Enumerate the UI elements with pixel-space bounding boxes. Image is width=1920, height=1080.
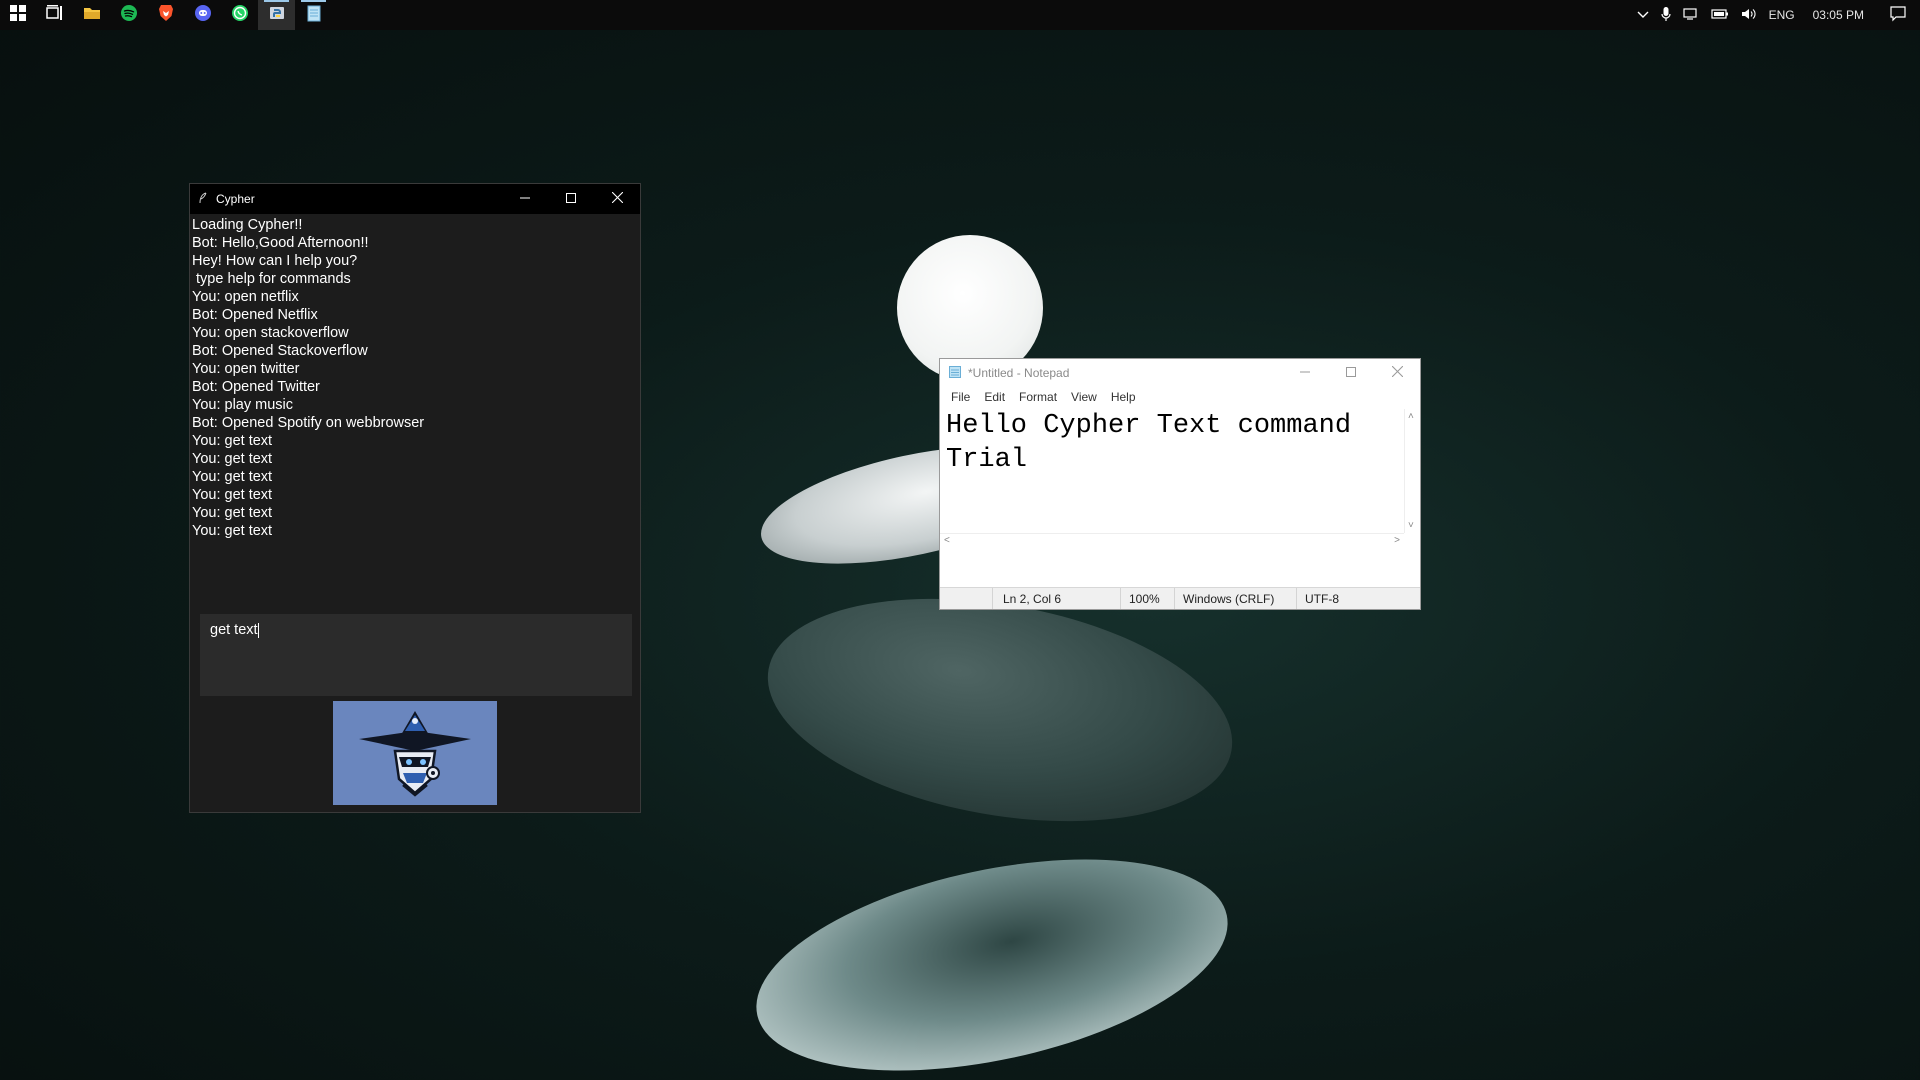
- chat-line: You: get text: [192, 505, 273, 521]
- chat-line: Loading Cypher!!: [192, 217, 303, 233]
- notepad-button[interactable]: [295, 0, 332, 30]
- brave-lion-icon: [158, 4, 174, 27]
- command-input[interactable]: get text: [200, 614, 632, 696]
- menu-view[interactable]: View: [1064, 390, 1104, 404]
- brave-button[interactable]: [147, 0, 184, 30]
- start-button[interactable]: [0, 0, 36, 30]
- battery-icon: [1711, 8, 1729, 23]
- text-caret: [257, 622, 259, 638]
- status-encoding: UTF-8: [1296, 588, 1420, 609]
- microphone-tray-button[interactable]: [1655, 0, 1677, 30]
- text-editor[interactable]: Hello Cypher Text command Trial: [940, 409, 1404, 533]
- maximize-icon: [1346, 366, 1356, 380]
- close-button[interactable]: [1374, 359, 1420, 387]
- taskbar: ENG 03:05 PM: [0, 0, 1920, 30]
- cypher-logo-button[interactable]: [333, 701, 497, 805]
- close-button[interactable]: [594, 184, 640, 214]
- chat-line: Bot: Hello,Good Afternoon!!: [192, 235, 369, 251]
- vertical-scrollbar[interactable]: ˄ ˅: [1404, 409, 1420, 533]
- menu-format[interactable]: Format: [1012, 390, 1064, 404]
- wizard-hat-robot-icon: [333, 711, 497, 809]
- battery-tray-button[interactable]: [1705, 0, 1735, 30]
- chat-line: Bot: Opened Spotify on webbrowser: [192, 415, 425, 431]
- chat-line: You: get text: [192, 469, 273, 485]
- chat-line: You: get text: [192, 433, 273, 449]
- whatsapp-button[interactable]: [221, 0, 258, 30]
- command-input-text: get text: [210, 622, 258, 638]
- file-explorer-button[interactable]: [73, 0, 110, 30]
- windows-logo-icon: [10, 4, 26, 26]
- notepad-app-icon: [948, 365, 962, 382]
- wallpaper-stone-3: [737, 822, 1247, 1080]
- chat-line: Hey! How can I help you?: [192, 253, 358, 269]
- maximize-button[interactable]: [548, 184, 594, 214]
- discord-icon: [194, 4, 212, 27]
- spotify-icon: [120, 4, 138, 27]
- task-view-icon: [45, 4, 64, 26]
- minimize-icon: [1300, 366, 1310, 380]
- notepad-icon: [306, 4, 322, 27]
- status-line-endings: Windows (CRLF): [1174, 588, 1296, 609]
- chat-line: You: open netflix: [192, 289, 299, 305]
- system-tray: ENG 03:05 PM: [1631, 0, 1920, 30]
- menu-edit[interactable]: Edit: [977, 390, 1012, 404]
- chevron-up-icon: [1637, 8, 1649, 22]
- notepad-titlebar[interactable]: *Untitled - Notepad: [940, 359, 1420, 387]
- speaker-icon: [1741, 7, 1757, 24]
- network-tray-button[interactable]: [1677, 0, 1705, 30]
- folder-icon: [83, 5, 101, 26]
- chat-line: You: open stackoverflow: [192, 325, 349, 341]
- microphone-icon: [1661, 6, 1671, 25]
- scroll-left-icon[interactable]: ˂: [944, 535, 950, 546]
- scroll-down-icon[interactable]: ˅: [1408, 520, 1414, 531]
- cypher-titlebar[interactable]: Cypher: [190, 184, 640, 214]
- spotify-button[interactable]: [110, 0, 147, 30]
- maximize-icon: [566, 192, 576, 206]
- python-button[interactable]: [258, 0, 295, 30]
- chat-line: You: get text: [192, 523, 273, 539]
- language-indicator[interactable]: ENG: [1763, 0, 1801, 30]
- minimize-button[interactable]: [1282, 359, 1328, 387]
- notification-icon: [1890, 5, 1906, 25]
- chat-line: Bot: Opened Twitter: [192, 379, 320, 395]
- status-cursor-position: Ln 2, Col 6: [992, 588, 1120, 609]
- whatsapp-icon: [231, 4, 249, 27]
- chat-log: Loading Cypher!! Bot: Hello,Good Afterno…: [190, 214, 640, 614]
- chat-line: Bot: Opened Stackoverflow: [192, 343, 368, 359]
- volume-tray-button[interactable]: [1735, 0, 1763, 30]
- menu-help[interactable]: Help: [1104, 390, 1143, 404]
- close-icon: [611, 191, 623, 206]
- discord-button[interactable]: [184, 0, 221, 30]
- horizontal-scrollbar[interactable]: ˂ ˃: [940, 533, 1404, 549]
- python-icon: [268, 4, 286, 27]
- scroll-up-icon[interactable]: ˄: [1408, 411, 1414, 422]
- status-zoom: 100%: [1120, 588, 1174, 609]
- chat-line: Bot: Opened Netflix: [192, 307, 318, 323]
- menu-bar: File Edit Format View Help: [940, 387, 1420, 407]
- chat-line: You: get text: [192, 451, 273, 467]
- scroll-right-icon[interactable]: ˃: [1394, 535, 1400, 546]
- window-title: *Untitled - Notepad: [968, 366, 1070, 380]
- minimize-button[interactable]: [502, 184, 548, 214]
- action-center-button[interactable]: [1876, 0, 1920, 30]
- clock[interactable]: 03:05 PM: [1801, 0, 1876, 30]
- chat-line: You: play music: [192, 397, 294, 413]
- status-spacer: [940, 588, 992, 609]
- cypher-window: Cypher Loading Cypher!! Bot: Hello,Good …: [189, 183, 641, 813]
- show-hidden-icons-button[interactable]: [1631, 0, 1655, 30]
- chat-line: You: get text: [192, 487, 273, 503]
- feather-icon: [198, 192, 208, 207]
- status-bar: Ln 2, Col 6 100% Windows (CRLF) UTF-8: [940, 587, 1420, 609]
- close-icon: [1391, 365, 1403, 380]
- chat-line: You: open twitter: [192, 361, 300, 377]
- notepad-window: *Untitled - Notepad File Edit Format Vie…: [939, 358, 1421, 610]
- chat-line: type help for commands: [192, 271, 351, 287]
- minimize-icon: [520, 192, 530, 206]
- network-icon: [1683, 7, 1699, 24]
- maximize-button[interactable]: [1328, 359, 1374, 387]
- task-view-button[interactable]: [36, 0, 73, 30]
- window-title: Cypher: [216, 192, 255, 206]
- menu-file[interactable]: File: [944, 390, 977, 404]
